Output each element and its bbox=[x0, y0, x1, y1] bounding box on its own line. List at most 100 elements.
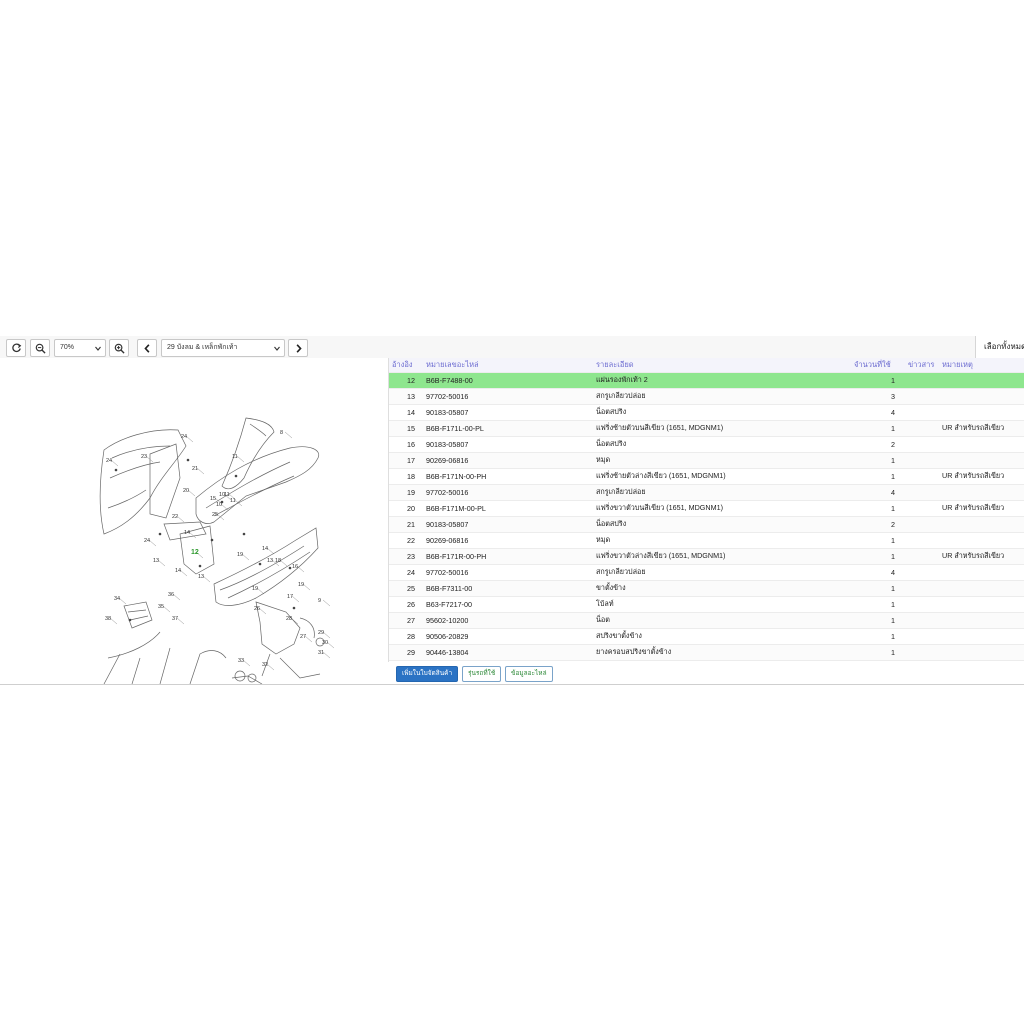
models-used-button[interactable]: รุ่นรถที่ใช้ bbox=[462, 666, 502, 682]
table-row[interactable]: 25 B6B-F7311-00 ขาตั้งข้าง 1 bbox=[389, 580, 1024, 597]
header-part-number[interactable]: หมายเลขอะไหล่ bbox=[423, 358, 593, 373]
table-row[interactable]: 21 90183-05807 น็อตสปริง 2 bbox=[389, 516, 1024, 533]
callout-33[interactable]: 33 bbox=[238, 658, 244, 664]
table-row[interactable]: 23 B6B-F171R-00-PH แฟริ่งขวาตัวล่างสีเขียว… bbox=[389, 548, 1024, 565]
callout-18[interactable]: 18 bbox=[275, 558, 281, 564]
callout-17[interactable]: 17 bbox=[287, 594, 293, 600]
table-row[interactable]: 15 B6B-F171L-00-PL แฟริ่งซ้ายตัวบนสีเขียว … bbox=[389, 420, 1024, 437]
callout-21[interactable]: 21 bbox=[192, 466, 198, 472]
parts-diagram[interactable]: 24 23 24 21 11 8 20 12 15 25 24 22 14 10 13 14 11 19 13 14 1… bbox=[0, 358, 388, 684]
callout-38[interactable]: 38 bbox=[105, 616, 111, 622]
row-part-number: 90183-05807 bbox=[423, 436, 593, 453]
row-remark bbox=[939, 436, 1024, 453]
callout-19[interactable]: 19 bbox=[298, 582, 304, 588]
callout-20[interactable]: 20 bbox=[183, 488, 189, 494]
table-row[interactable]: 13 97702-50016 สกรูเกลียวปล่อย 3 bbox=[389, 388, 1024, 405]
callout-30[interactable]: 30 bbox=[322, 640, 328, 646]
callout-16[interactable]: 16 bbox=[292, 564, 298, 570]
table-row[interactable]: 19 97702-50016 สกรูเกลียวปล่อย 4 bbox=[389, 484, 1024, 501]
table-row[interactable]: 24 97702-50016 สกรูเกลียวปล่อย 4 bbox=[389, 564, 1024, 581]
row-quantity: 2 bbox=[851, 436, 905, 453]
callout-13[interactable]: 13 bbox=[198, 574, 204, 580]
previous-section-button[interactable] bbox=[137, 339, 157, 357]
callout-13[interactable]: 13 bbox=[153, 558, 159, 564]
callout-25[interactable]: 25 bbox=[212, 512, 218, 518]
section-select[interactable]: 29 บังลม & เหล็กพักเท้า bbox=[161, 339, 285, 357]
table-row[interactable]: 18 B6B-F171N-00-PH แฟริ่งซ้ายตัวล่างสีเขีย… bbox=[389, 468, 1024, 485]
add-to-cart-button[interactable]: เพิ่มในใบจัดสินค้า bbox=[396, 666, 459, 682]
callout-22[interactable]: 22 bbox=[172, 514, 178, 520]
header-quantity[interactable]: จำนวนที่ใช้ bbox=[851, 358, 905, 373]
callout-23[interactable]: 23 bbox=[141, 454, 147, 460]
parts-table-container[interactable]: อ้างอิง หมายเลขอะไหล่ รายละเอียด จำนวนที… bbox=[388, 358, 1024, 662]
callout-27[interactable]: 27 bbox=[300, 634, 306, 640]
row-remark: UR สำหรับรถสีเขียว bbox=[939, 420, 1024, 437]
row-quantity: 4 bbox=[851, 404, 905, 421]
table-row[interactable]: 29 90446-13804 ยางครอบสปริงขาตั้งข้าง 1 bbox=[389, 644, 1024, 661]
callout-14[interactable]: 14 bbox=[175, 568, 181, 574]
callout-24[interactable]: 24 bbox=[144, 538, 150, 544]
row-remark: UR สำหรับรถสีเขียว bbox=[939, 500, 1024, 517]
zoom-in-button[interactable] bbox=[109, 339, 129, 357]
callout-34[interactable]: 34 bbox=[114, 596, 120, 602]
callout-24[interactable]: 24 bbox=[106, 458, 112, 464]
part-info-button[interactable]: ข้อมูลอะไหล่ bbox=[505, 666, 553, 682]
zoom-out-button[interactable] bbox=[30, 339, 50, 357]
callout-31[interactable]: 31 bbox=[318, 650, 324, 656]
callout-9[interactable]: 9 bbox=[318, 598, 321, 604]
callout-19[interactable]: 19 bbox=[237, 552, 243, 558]
row-part-number: B6B-F171L-00-PL bbox=[423, 420, 593, 437]
header-remark[interactable]: หมายเหตุ bbox=[939, 358, 1024, 373]
table-row[interactable]: 27 95602-10200 น็อต 1 bbox=[389, 612, 1024, 629]
next-section-button[interactable] bbox=[288, 339, 308, 357]
callout-35[interactable]: 35 bbox=[158, 604, 164, 610]
leader-line bbox=[234, 499, 243, 507]
zoom-in-icon bbox=[114, 343, 125, 354]
callout-24[interactable]: 24 bbox=[181, 434, 187, 440]
header-news[interactable]: ข่าวสาร bbox=[905, 358, 939, 373]
row-ref: 22 bbox=[389, 532, 423, 549]
callout-37[interactable]: 37 bbox=[172, 616, 178, 622]
table-row[interactable]: 17 90269-06816 หมุด 1 bbox=[389, 452, 1024, 469]
callout-14[interactable]: 14 bbox=[262, 546, 268, 552]
callout-26[interactable]: 26 bbox=[254, 606, 260, 612]
callout-13[interactable]: 13 bbox=[267, 558, 273, 564]
row-description: น็อตสปริง bbox=[593, 436, 851, 453]
select-all-button[interactable]: เลือกทั้งหมด bbox=[975, 336, 1024, 358]
row-description: สปริงขาตั้งข้าง bbox=[593, 628, 851, 645]
row-part-number: B63-F7217-00 bbox=[423, 596, 593, 613]
callout-28[interactable]: 28 bbox=[286, 616, 292, 622]
row-description: สกรูเกลียวปล่อย bbox=[593, 564, 851, 581]
table-row[interactable]: 22 90269-06816 หมุด 1 bbox=[389, 532, 1024, 549]
callout-14[interactable]: 14 bbox=[184, 530, 190, 536]
callout-29[interactable]: 29 bbox=[318, 630, 324, 636]
row-quantity: 1 bbox=[851, 628, 905, 645]
callout-11[interactable]: 11 bbox=[224, 492, 230, 498]
table-row[interactable]: 12 B6B-F7488-00 แผ่นรองพักเท้า 21 bbox=[389, 372, 1024, 389]
table-row[interactable]: 26 B63-F7217-00 โบ้ลท์ 1 bbox=[389, 596, 1024, 613]
callout-36[interactable]: 36 bbox=[168, 592, 174, 598]
row-remark bbox=[939, 596, 1024, 613]
callout-19[interactable]: 19 bbox=[252, 586, 258, 592]
row-description: แฟริ่งขวาตัวบนสีเขียว (1651, MDGNM1) bbox=[593, 500, 851, 517]
table-row[interactable]: 20 B6B-F171M-00-PL แฟริ่งขวาตัวบนสีเขียว (… bbox=[389, 500, 1024, 517]
header-description[interactable]: รายละเอียด bbox=[593, 358, 851, 373]
row-ref: 19 bbox=[389, 484, 423, 501]
callout-11[interactable]: 11 bbox=[230, 498, 236, 504]
header-ref[interactable]: อ้างอิง bbox=[389, 358, 423, 373]
callout-8[interactable]: 8 bbox=[280, 430, 283, 436]
callout-32[interactable]: 32 bbox=[262, 662, 268, 668]
row-part-number: 97702-50016 bbox=[423, 388, 593, 405]
reset-button[interactable] bbox=[6, 339, 26, 357]
row-news bbox=[905, 532, 939, 549]
leader-line bbox=[322, 599, 331, 607]
row-remark bbox=[939, 612, 1024, 629]
row-part-number: B6B-F171R-00-PH bbox=[423, 548, 593, 565]
table-row[interactable]: 28 90506-20829 สปริงขาตั้งข้าง 1 bbox=[389, 628, 1024, 645]
table-row[interactable]: 14 90183-05807 น็อตสปริง 4 bbox=[389, 404, 1024, 421]
callout-11[interactable]: 11 bbox=[232, 454, 238, 460]
zoom-select[interactable]: 70% bbox=[54, 339, 106, 357]
table-row[interactable]: 16 90183-05807 น็อตสปริง 2 bbox=[389, 436, 1024, 453]
row-part-number: B6B-F171N-00-PH bbox=[423, 468, 593, 485]
callout-12[interactable]: 12 bbox=[191, 549, 199, 556]
